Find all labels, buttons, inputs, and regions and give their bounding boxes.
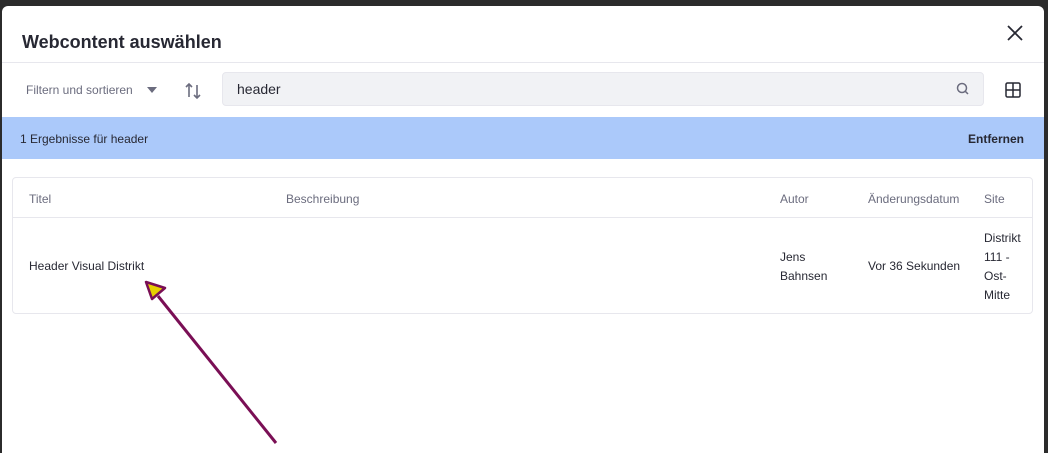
modal-header: Webcontent auswählen bbox=[2, 6, 1044, 62]
results-table: Titel Beschreibung Autor Änderungsdatum … bbox=[12, 177, 1033, 314]
display-style-button[interactable] bbox=[1004, 81, 1022, 99]
cell-modified: Vor 36 Sekunden bbox=[868, 259, 961, 273]
column-header-description[interactable]: Beschreibung bbox=[286, 192, 359, 206]
author-first-name: Jens bbox=[780, 250, 806, 264]
column-header-title[interactable]: Titel bbox=[29, 192, 51, 206]
column-header-author[interactable]: Autor bbox=[780, 192, 809, 206]
sort-arrows-icon bbox=[185, 82, 201, 100]
search-input[interactable] bbox=[223, 73, 923, 105]
site-line: 111 - bbox=[984, 250, 1010, 264]
column-header-modified[interactable]: Änderungsdatum bbox=[868, 192, 959, 206]
close-icon bbox=[1007, 25, 1023, 41]
filter-and-sort-dropdown[interactable]: Filtern und sortieren bbox=[26, 83, 157, 97]
management-toolbar: Filtern und sortieren bbox=[2, 62, 1044, 116]
results-count-text: 1 Ergebnisse für header bbox=[20, 132, 149, 146]
search-icon[interactable] bbox=[953, 81, 969, 97]
cell-title[interactable]: Header Visual Distrikt bbox=[29, 257, 144, 276]
caret-down-icon bbox=[146, 87, 157, 93]
site-line: Distrikt bbox=[984, 231, 1021, 245]
table-row[interactable]: Header Visual Distrikt Jens Bahnsen Vor … bbox=[13, 219, 1032, 314]
author-last-name: Bahnsen bbox=[780, 269, 828, 283]
modal-title: Webcontent auswählen bbox=[22, 32, 222, 52]
sort-order-button[interactable] bbox=[183, 81, 203, 101]
cell-author: Jens Bahnsen bbox=[780, 248, 827, 286]
cell-site: Distrikt 111 - Ost- Mitte bbox=[984, 229, 1021, 305]
site-line: Ost- bbox=[984, 269, 1007, 283]
select-webcontent-modal: Webcontent auswählen Filtern und sortier… bbox=[2, 6, 1044, 453]
grid-icon bbox=[1005, 82, 1021, 98]
filter-label: Filtern und sortieren bbox=[26, 83, 133, 97]
search-results-bar: 1 Ergebnisse für header Entfernen bbox=[2, 117, 1044, 159]
site-line: Mitte bbox=[984, 288, 1011, 302]
close-button[interactable] bbox=[1004, 22, 1026, 44]
table-header-row: Titel Beschreibung Autor Änderungsdatum … bbox=[13, 178, 1032, 218]
column-header-site[interactable]: Site bbox=[984, 192, 1005, 206]
search-box bbox=[222, 72, 984, 106]
remove-filter-button[interactable]: Entfernen bbox=[968, 132, 1024, 146]
